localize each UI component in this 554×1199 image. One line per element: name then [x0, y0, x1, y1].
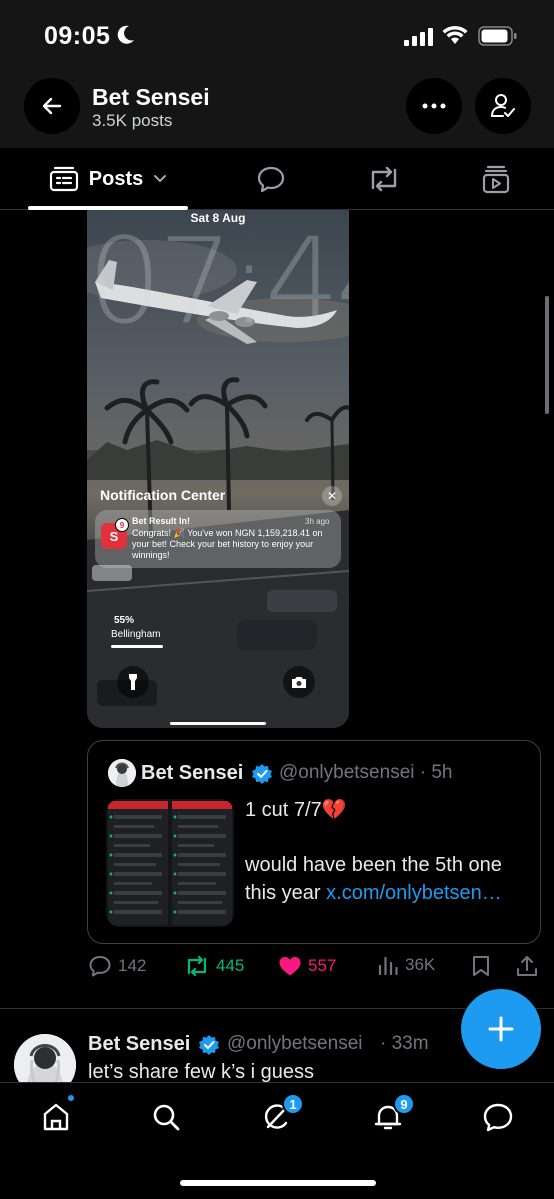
moon-icon [117, 25, 135, 50]
quoted-post[interactable]: Bet Sensei @onlybetsensei · 5h 1 cut 7/7… [87, 740, 541, 944]
nav-search[interactable] [146, 1097, 186, 1137]
share-button[interactable] [516, 955, 538, 977]
reposts-icon [371, 166, 397, 192]
lockscreen-date: Sat 8 Aug [190, 211, 246, 225]
posts-list-icon [49, 166, 78, 192]
scrollbar[interactable] [545, 296, 549, 414]
back-button[interactable] [24, 78, 80, 134]
post-actions: 142 445 557 36K [88, 955, 548, 985]
notification-title: Bet Result In! [132, 516, 191, 526]
notification-body: Congrats! 🎉 You've won NGN 1,159,218.41 … [132, 528, 323, 560]
quoted-text-body: would have been the 5th one this year x.… [245, 851, 535, 907]
search-icon [153, 1104, 180, 1131]
tab-reposts[interactable] [358, 148, 410, 210]
battery-icon [478, 26, 518, 51]
repost-icon [187, 955, 207, 977]
avatar [108, 759, 136, 787]
repost-count: 445 [216, 956, 245, 975]
reply-icon [89, 956, 111, 977]
flashlight-icon [117, 666, 149, 698]
back-arrow-icon [42, 97, 62, 115]
nav-messages[interactable] [478, 1097, 518, 1137]
nav-home[interactable] [36, 1097, 76, 1137]
reply-count: 142 [118, 956, 147, 975]
like-count: 557 [308, 956, 337, 975]
chevron-down-icon[interactable] [153, 174, 167, 184]
follow-button[interactable] [475, 78, 531, 134]
page-title: Bet Sensei [92, 84, 210, 110]
bookmark-button[interactable] [471, 955, 491, 977]
notification-card: S 9 Bet Result In! 3h ago Congrats! 🎉 Yo… [95, 510, 341, 568]
post-count: 3.5K posts [92, 111, 173, 130]
bookmark-icon [473, 956, 489, 976]
tab-posts[interactable]: Posts [28, 148, 188, 210]
heart-icon [279, 957, 301, 976]
notifications-badge: 9 [393, 1093, 415, 1115]
repost-button[interactable]: 445 [184, 955, 244, 977]
wifi-icon [442, 25, 468, 50]
like-button[interactable]: 557 [278, 955, 336, 977]
lockscreen-home-indicator [170, 722, 266, 725]
location-bar [111, 645, 163, 648]
verified-badge-icon [251, 763, 273, 790]
views-button[interactable]: 36K [377, 955, 435, 975]
camera-icon [283, 666, 315, 698]
post-time: · 33m [380, 1033, 429, 1054]
lockscreen-battery: 55% [114, 615, 135, 626]
profile-tabs: Posts [0, 148, 554, 210]
quoted-author-name: Bet Sensei [141, 762, 244, 784]
notification-center-title: Notification Center [100, 487, 226, 503]
lockscreen-clock: 07:44 [87, 212, 349, 350]
view-count: 36K [405, 955, 436, 974]
more-icon [422, 103, 446, 109]
profile-header: Bet Sensei 3.5K posts [0, 70, 554, 148]
post-handle: @onlybetsensei [227, 1033, 363, 1054]
signal-icon [404, 28, 434, 51]
post-text: let’s share few k’s i guess [88, 1061, 315, 1083]
status-bar: 09:05 [0, 0, 554, 70]
more-button[interactable] [406, 78, 462, 134]
follow-person-icon [491, 94, 515, 117]
status-time: 09:05 [44, 22, 111, 50]
tab-posts-label: Posts [88, 167, 144, 190]
replies-bubble-icon [257, 166, 285, 193]
close-icon: ✕ [322, 486, 342, 506]
lockscreen-location: Bellingham [111, 629, 161, 640]
grok-badge: 1 [282, 1093, 304, 1115]
views-bar-icon [378, 956, 398, 975]
quoted-media-thumbnail[interactable] [106, 799, 234, 927]
app-badge: 9 [115, 518, 129, 532]
messages-icon [483, 1103, 513, 1132]
tab-media[interactable] [470, 148, 522, 210]
home-unread-dot [66, 1093, 76, 1103]
post-media-image[interactable]: 07:44 Sat 8 Aug Notification Center ✕ S … [87, 210, 349, 728]
quoted-text-line1: 1 cut 7/7💔 [245, 799, 347, 821]
quoted-link[interactable]: x.com/onlybetsen… [326, 882, 502, 904]
plus-icon [488, 1016, 514, 1042]
quoted-handle-time: @onlybetsensei · 5h [279, 762, 453, 783]
share-icon [517, 956, 537, 976]
post-author-name[interactable]: Bet Sensei [88, 1033, 190, 1056]
home-indicator [180, 1180, 376, 1186]
home-icon [43, 1103, 69, 1131]
compose-button[interactable] [461, 989, 541, 1069]
media-icon [482, 165, 510, 194]
reply-button[interactable]: 142 [88, 955, 146, 977]
notification-time: 3h ago [305, 517, 330, 526]
verified-badge-icon [198, 1034, 220, 1061]
tab-replies[interactable] [245, 148, 297, 210]
